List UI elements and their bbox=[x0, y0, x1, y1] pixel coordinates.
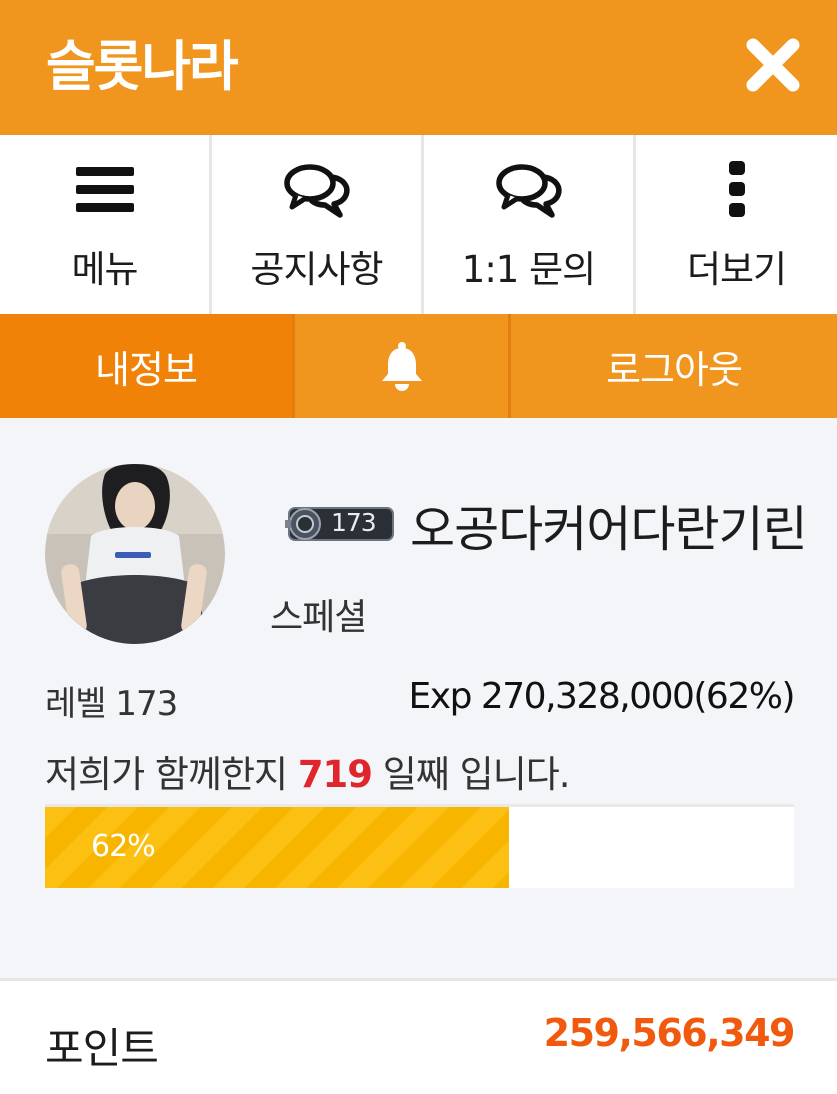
days-together-count: 719 bbox=[297, 753, 373, 796]
exp-progress-label: 62% bbox=[91, 829, 156, 864]
avatar-photo bbox=[45, 464, 225, 644]
level-text: 레벨 173 bbox=[45, 684, 178, 724]
days-together-prefix: 저희가 함께한지 bbox=[45, 753, 298, 796]
level-badge: 173 bbox=[283, 503, 397, 545]
nickname: 오공다커어다란기린 bbox=[410, 501, 808, 558]
days-together-suffix: 일째 입니다. bbox=[372, 753, 571, 796]
close-icon bbox=[746, 38, 800, 92]
points-label: 포인트 bbox=[45, 1024, 159, 1073]
more-button[interactable]: 더보기 bbox=[636, 135, 837, 314]
app-header: 슬롯나라 bbox=[0, 0, 837, 135]
days-together-text: 저희가 함께한지 719 일째 입니다. bbox=[45, 744, 571, 798]
chat-bubbles-icon bbox=[495, 164, 562, 218]
more-label: 더보기 bbox=[686, 248, 787, 291]
tab-my-info[interactable]: 내정보 bbox=[0, 314, 292, 418]
notice-label: 공지사항 bbox=[250, 248, 383, 291]
avatar[interactable] bbox=[45, 464, 225, 644]
menu-button[interactable]: 메뉴 bbox=[0, 135, 212, 314]
inquiry-button[interactable]: 1:1 문의 bbox=[424, 135, 636, 314]
hamburger-menu-icon bbox=[75, 167, 134, 212]
points-row[interactable]: 포인트 259,566,349 bbox=[0, 978, 837, 1094]
level-badge-number: 173 bbox=[331, 508, 377, 537]
profile-card: 173 오공다커어다란기린 스페셜 레벨 173 Exp 270,328,000… bbox=[0, 418, 837, 978]
points-value: 259,566,349 bbox=[543, 1011, 796, 1055]
quick-nav: 메뉴 공지사항 1:1 문의 더보기 bbox=[0, 135, 837, 314]
inquiry-label: 1:1 문의 bbox=[461, 248, 596, 291]
notice-button[interactable]: 공지사항 bbox=[212, 135, 424, 314]
close-button[interactable] bbox=[744, 36, 802, 94]
member-grade: 스페셜 bbox=[270, 597, 367, 638]
menu-label: 메뉴 bbox=[71, 248, 138, 291]
account-tabs: 내정보 로그아웃 bbox=[0, 314, 837, 418]
logout-button[interactable]: 로그아웃 bbox=[511, 314, 837, 418]
exp-text: Exp 270,328,000(62%) bbox=[408, 676, 796, 717]
more-vertical-icon bbox=[728, 161, 745, 217]
notifications-button[interactable] bbox=[292, 314, 511, 418]
app-title: 슬롯나라 bbox=[46, 35, 239, 98]
exp-progress-bar: 62% bbox=[45, 804, 794, 888]
bell-icon bbox=[381, 342, 422, 391]
chat-bubbles-icon bbox=[283, 164, 350, 218]
